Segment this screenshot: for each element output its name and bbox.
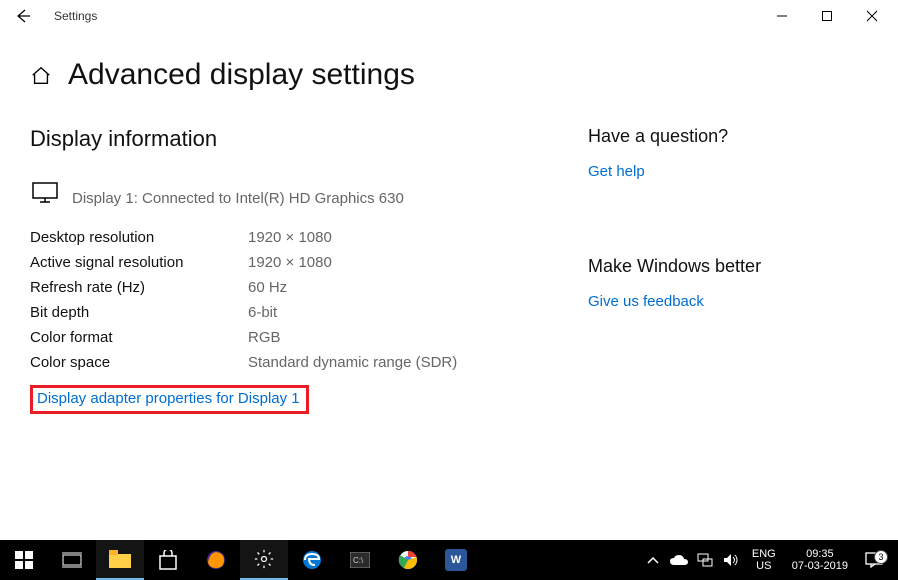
spec-row: Color space Standard dynamic range (SDR): [30, 350, 548, 375]
file-explorer-app[interactable]: [96, 540, 144, 580]
notification-badge: 3: [874, 550, 888, 564]
spec-label: Color space: [30, 354, 248, 371]
spec-label: Active signal resolution: [30, 254, 248, 271]
settings-app[interactable]: [240, 540, 288, 580]
spec-value: RGB: [248, 329, 281, 346]
feedback-block: Make Windows better Give us feedback: [588, 256, 868, 310]
cmd-app[interactable]: C:\: [336, 540, 384, 580]
tray-onedrive-icon[interactable]: [668, 554, 690, 566]
display-info-heading: Display information: [30, 126, 548, 152]
display-adapter-link[interactable]: Display adapter properties for Display 1: [37, 390, 300, 407]
spec-row: Color format RGB: [30, 325, 548, 350]
start-button[interactable]: [0, 540, 48, 580]
home-icon[interactable]: [30, 65, 50, 85]
spec-value: 60 Hz: [248, 279, 287, 296]
maximize-button[interactable]: [804, 2, 849, 30]
svg-text:C:\: C:\: [353, 556, 364, 565]
chrome-app[interactable]: [384, 540, 432, 580]
spec-label: Desktop resolution: [30, 229, 248, 246]
edge-app[interactable]: [288, 540, 336, 580]
word-app[interactable]: W: [432, 540, 480, 580]
spec-label: Color format: [30, 329, 248, 346]
store-app[interactable]: [144, 540, 192, 580]
page-header: Advanced display settings: [0, 32, 898, 92]
spec-row: Refresh rate (Hz) 60 Hz: [30, 275, 548, 300]
firefox-app[interactable]: [192, 540, 240, 580]
tray-chevron-up-icon[interactable]: [642, 556, 664, 564]
monitor-icon: [32, 182, 58, 207]
spec-label: Bit depth: [30, 304, 248, 321]
spec-table: Desktop resolution 1920 × 1080 Active si…: [30, 225, 548, 375]
display-connected-text: Display 1: Connected to Intel(R) HD Grap…: [72, 182, 404, 207]
feedback-link[interactable]: Give us feedback: [588, 293, 704, 310]
feedback-heading: Make Windows better: [588, 256, 868, 277]
close-button[interactable]: [849, 2, 894, 30]
spec-row: Bit depth 6-bit: [30, 300, 548, 325]
spec-value: 6-bit: [248, 304, 277, 321]
tray-clock[interactable]: 09:35 07-03-2019: [786, 548, 854, 572]
spec-row: Active signal resolution 1920 × 1080: [30, 250, 548, 275]
spec-value: 1920 × 1080: [248, 229, 332, 246]
tray-network-icon[interactable]: [694, 552, 716, 568]
tray-language[interactable]: ENG US: [746, 548, 782, 572]
spec-row: Desktop resolution 1920 × 1080: [30, 225, 548, 250]
help-block: Have a question? Get help: [588, 126, 868, 180]
window-titlebar: Settings: [0, 0, 898, 32]
spec-value: 1920 × 1080: [248, 254, 332, 271]
window-title: Settings: [54, 9, 97, 23]
spec-label: Refresh rate (Hz): [30, 279, 248, 296]
minimize-button[interactable]: [759, 2, 804, 30]
tray-volume-icon[interactable]: [720, 553, 742, 567]
taskview-button[interactable]: [48, 540, 96, 580]
spec-value: Standard dynamic range (SDR): [248, 354, 457, 371]
highlight-box: Display adapter properties for Display 1: [30, 385, 309, 414]
tray-notifications-icon[interactable]: 3: [858, 552, 890, 568]
taskbar: C:\ W ENG US 09:35 07-03-2019: [0, 540, 898, 580]
help-heading: Have a question?: [588, 126, 868, 147]
back-button[interactable]: [14, 7, 32, 25]
page-title: Advanced display settings: [68, 58, 415, 92]
get-help-link[interactable]: Get help: [588, 163, 645, 180]
